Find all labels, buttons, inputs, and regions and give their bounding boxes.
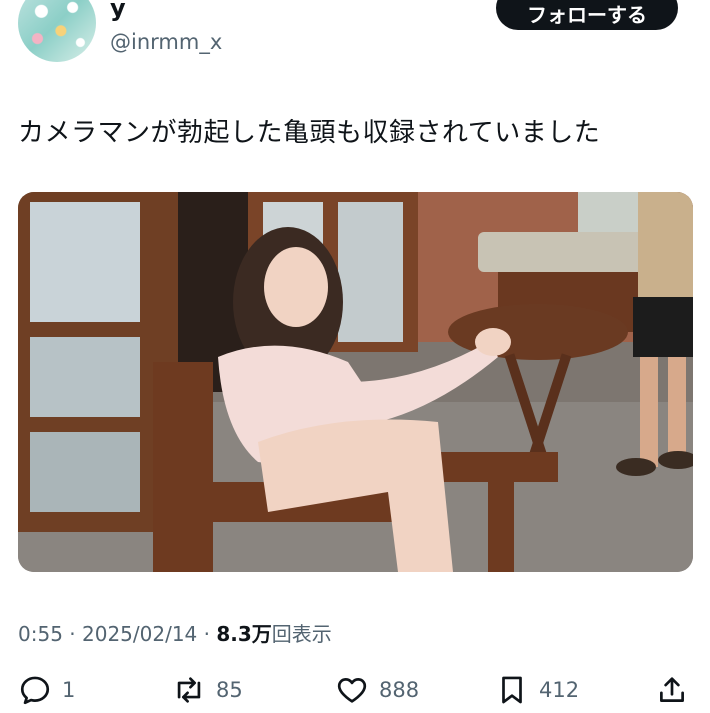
bookmark-button[interactable]: 412 <box>495 673 579 707</box>
tweet-text: カメラマンが勃起した亀頭も収録されていました <box>18 118 601 148</box>
reply-button[interactable]: 1 <box>18 673 75 707</box>
post-date[interactable]: 2025/02/14 <box>82 622 197 646</box>
bookmark-count: 412 <box>539 678 580 702</box>
reply-icon <box>20 676 50 705</box>
follow-button[interactable]: フォローする <box>496 0 678 30</box>
tweet-meta: 0:55 · 2025/02/14 · 8.3万回表示 <box>18 622 332 646</box>
bookmark-icon <box>502 676 522 704</box>
reply-count: 1 <box>62 678 76 702</box>
user-handle[interactable]: @inrmm_x <box>110 30 222 54</box>
action-bar: 1 85 888 412 <box>0 673 710 713</box>
like-button[interactable]: 888 <box>335 673 419 707</box>
tweet-media-video[interactable] <box>18 192 693 572</box>
view-label: 回表示 <box>271 622 332 646</box>
view-count: 8.3万 <box>216 622 272 646</box>
share-icon <box>660 677 684 702</box>
avatar[interactable] <box>18 0 96 62</box>
retweet-count: 85 <box>216 678 243 702</box>
video-timestamp: 0:55 <box>18 622 63 646</box>
display-name[interactable]: y <box>110 0 126 22</box>
video-frame <box>18 192 693 572</box>
like-icon <box>337 678 367 703</box>
share-button[interactable] <box>655 673 689 707</box>
like-count: 888 <box>379 678 420 702</box>
retweet-button[interactable]: 85 <box>172 673 243 707</box>
retweet-icon <box>177 677 201 703</box>
